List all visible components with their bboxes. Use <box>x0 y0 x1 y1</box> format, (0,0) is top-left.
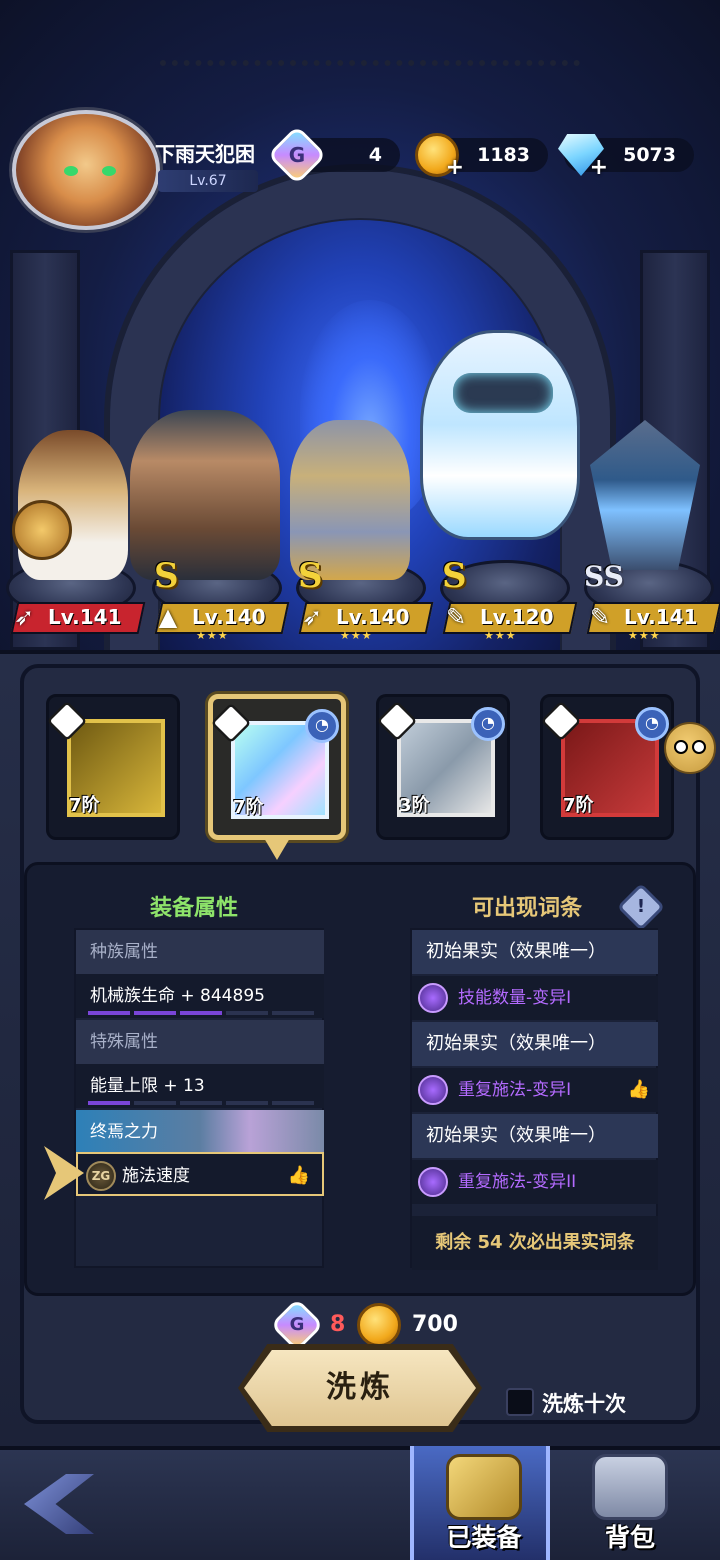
wash-ten-checkbox[interactable] <box>506 1388 534 1416</box>
special-attr-value: 能量上限 + 13 <box>76 1064 324 1108</box>
player-avatar[interactable] <box>12 110 160 230</box>
hero-level-bar: ▲ Lv.140 ★★★ <box>148 598 290 642</box>
lock-icon[interactable]: ◔ <box>635 707 669 741</box>
wrench-class-icon: ✎ <box>589 603 611 631</box>
diamond-counter[interactable]: + 5073 <box>558 134 694 180</box>
equipment-slot-sword[interactable]: 7阶 <box>46 694 180 840</box>
shield-class-icon: ▲ <box>158 603 178 631</box>
star-rating: ★★★ <box>628 629 661 642</box>
ultimate-attr-value[interactable]: ZG 施法速度 👍 <box>76 1152 324 1196</box>
star-rating: ★★★ <box>196 629 229 642</box>
hero-goddess[interactable] <box>12 430 128 580</box>
g-token-icon: G <box>267 125 327 185</box>
hero-level-bar: ➶ Lv.140 ★★★ <box>292 598 434 642</box>
star-rating: ★★★ <box>340 629 373 642</box>
star-rating: ★★★ <box>484 629 517 642</box>
wing-class-icon: ➶ <box>13 603 35 631</box>
token-cost: 8 <box>330 1312 346 1337</box>
equipment-slot-pants[interactable]: ◔ 3阶 <box>376 694 510 840</box>
entry-initial-fruit: 初始果实（效果唯一） <box>412 1114 658 1158</box>
race-attr-value: 机械族生命 + 844895 <box>76 974 324 1018</box>
possible-entries-list: 初始果实（效果唯一） 技能数量-变异I 初始果实（效果唯一） 重复施法-变异I … <box>410 928 658 1270</box>
equip-attrs-list: 种族属性 机械族生命 + 844895 特殊属性 能量上限 + 13 终焉之力 … <box>74 928 324 1268</box>
perk-icon <box>418 1167 448 1197</box>
hero-rank-badge: S <box>298 556 323 596</box>
hero-rank-badge: S <box>154 556 179 596</box>
attr-level-bars <box>88 1011 314 1015</box>
thumbs-up-icon: 👍 <box>627 1079 650 1100</box>
bag-icon <box>592 1454 668 1520</box>
tab-equipped[interactable]: 已装备 <box>410 1446 550 1560</box>
gold-cost: 700 <box>412 1312 458 1337</box>
diamond-icon: + <box>556 130 608 180</box>
lock-icon[interactable]: ◔ <box>471 707 505 741</box>
perk-icon <box>418 1075 448 1105</box>
equipped-icon <box>446 1454 522 1520</box>
remaining-count: 剩余 54 次必出果实词条 <box>412 1216 658 1270</box>
gold-counter[interactable]: + 1183 <box>415 133 548 180</box>
equip-attrs-title: 装备属性 <box>150 896 239 921</box>
entry-perk: 技能数量-变异I <box>412 976 658 1020</box>
possible-entries-title: 可出现词条 <box>472 896 583 921</box>
hero-rank-badge: S <box>442 556 467 596</box>
gold-coin-icon <box>354 1300 404 1350</box>
g-token-counter[interactable]: G 4 <box>267 125 400 185</box>
thumbs-up-icon: 👍 <box>287 1165 310 1186</box>
player-name: 下雨天犯困 <box>155 142 255 166</box>
lock-icon[interactable]: ◔ <box>305 709 339 743</box>
hero-robot[interactable] <box>420 330 580 540</box>
perk-icon <box>418 983 448 1013</box>
zg-badge-icon: ZG <box>86 1161 116 1191</box>
emoji-face-icon[interactable] <box>664 722 716 774</box>
hero-level-bar: ➶ Lv.141 <box>4 598 146 638</box>
entry-initial-fruit: 初始果实（效果唯一） <box>412 1022 658 1066</box>
attr-level-bars <box>88 1101 314 1105</box>
equipment-slot-armor[interactable]: ◔ 7阶 <box>208 694 346 840</box>
top-bar: 下雨天犯困 Lv.67 G 4 + 1183 + 5073 <box>0 100 720 230</box>
hero-rank-badge: SS <box>584 560 624 593</box>
entry-perk: 重复施法-变异I 👍 <box>412 1068 658 1112</box>
race-attr-header: 种族属性 <box>76 930 324 974</box>
gold-coin-icon: + <box>412 130 464 180</box>
hero-level-bar: ✎ Lv.120 ★★★ <box>436 598 578 642</box>
ultimate-attr-header: 终焉之力 <box>76 1110 324 1154</box>
hero-brute[interactable] <box>130 410 280 580</box>
wash-ten-label[interactable]: 洗炼十次 <box>542 1388 626 1418</box>
entry-perk: 重复施法-变异II <box>412 1160 658 1204</box>
equipment-slot-amulet[interactable]: ◔ 7阶 <box>540 694 674 840</box>
wash-button[interactable]: 洗炼 <box>244 1350 476 1426</box>
hero-level-bar: ✎ Lv.141 ★★★ <box>580 598 720 642</box>
entry-initial-fruit: 初始果实（效果唯一） <box>412 930 658 974</box>
g-token-icon: G <box>270 1298 324 1352</box>
chain-decoration <box>160 60 580 78</box>
player-level: Lv.67 <box>158 170 258 192</box>
wing-class-icon: ➶ <box>301 603 323 631</box>
special-attr-header: 特殊属性 <box>76 1020 324 1064</box>
wrench-class-icon: ✎ <box>445 603 467 631</box>
tab-bag[interactable]: 背包 <box>560 1446 700 1560</box>
